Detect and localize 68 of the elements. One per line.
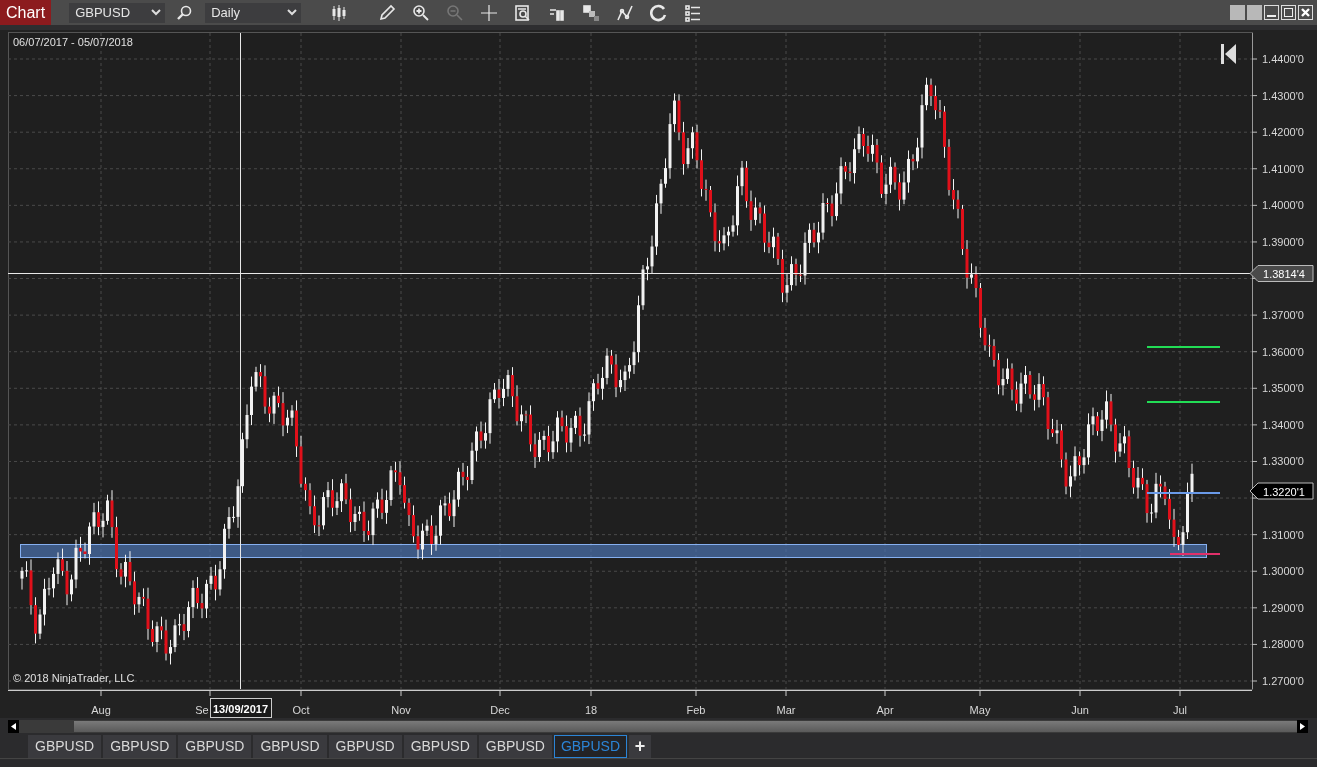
- tile-button[interactable]: [1247, 5, 1262, 20]
- line-chart-icon[interactable]: [616, 3, 635, 22]
- horizontal-line[interactable]: [1146, 346, 1221, 348]
- time-axis-label: Jul: [1172, 704, 1188, 716]
- price-axis-label: 1.3400'0: [1262, 418, 1304, 431]
- horizontal-line[interactable]: [1146, 401, 1221, 403]
- instrument-tab[interactable]: GBPUSD: [103, 735, 177, 758]
- price-axis-label: 1.3000'0: [1262, 565, 1304, 578]
- time-axis-label: Jun: [1071, 704, 1089, 716]
- price-axis-label: 1.4400'0: [1262, 53, 1304, 65]
- instrument-tab[interactable]: GBPUSD: [403, 735, 477, 758]
- scrollbar[interactable]: [8, 720, 1308, 733]
- price-axis-label: 1.2900'0: [1262, 601, 1304, 614]
- price-axis-label: 1.3300'0: [1262, 455, 1304, 468]
- close-icon[interactable]: [1298, 5, 1313, 20]
- instrument-tab[interactable]: GBPUSD: [328, 735, 402, 758]
- instrument-dropdown[interactable]: GBPUSD: [69, 2, 166, 23]
- time-axis-label: Dec: [490, 704, 510, 716]
- chevron-down-icon: [287, 9, 298, 16]
- instrument-tab[interactable]: GBPUSD: [478, 735, 552, 758]
- minimize-icon[interactable]: [1264, 5, 1279, 20]
- price-axis-label: 1.2700'0: [1262, 675, 1304, 687]
- instrument-tab[interactable]: GBPUSD: [178, 735, 252, 758]
- chevron-down-icon: [151, 9, 162, 16]
- interval-dropdown[interactable]: Daily: [205, 2, 302, 23]
- price-axis-label: 1.3900'0: [1262, 235, 1304, 248]
- price-axis-label: 1.3500'0: [1262, 382, 1304, 395]
- time-axis-label: Se: [195, 704, 209, 716]
- time-axis-label: May: [969, 704, 991, 716]
- price-axis-label: 1.4000'0: [1262, 199, 1304, 212]
- support-zone[interactable]: [20, 544, 1207, 558]
- price-axis-label: 1.3600'0: [1262, 345, 1304, 358]
- instrument-tab[interactable]: GBPUSD: [28, 735, 102, 758]
- crosshair-date-label: 13/09/2017: [210, 698, 272, 718]
- scroll-to-end-icon[interactable]: [1221, 44, 1236, 64]
- crosshair-icon[interactable]: [480, 3, 499, 22]
- crosshair-price-label: 1.3814'4: [1249, 265, 1314, 282]
- add-tab-button[interactable]: +: [629, 735, 651, 758]
- price-axis-label: 1.4200'0: [1262, 126, 1304, 139]
- price-axis-label: 1.2800'0: [1262, 638, 1304, 651]
- price-axis-label: 1.3100'0: [1262, 528, 1304, 541]
- tile-button[interactable]: [1230, 5, 1245, 20]
- candlestick-icon[interactable]: [330, 3, 349, 22]
- time-axis-label: Nov: [391, 704, 411, 716]
- time-axis-label: Apr: [876, 704, 894, 716]
- time-axis-label: 18: [584, 704, 598, 716]
- copyright-text: © 2018 NinjaTrader, LLC: [13, 672, 135, 684]
- scroll-right-icon[interactable]: [1300, 723, 1305, 730]
- zoom-in-icon[interactable]: [412, 3, 431, 22]
- price-axis-label: 1.3700'0: [1262, 309, 1304, 322]
- instrument-tab[interactable]: GBPUSD: [253, 735, 327, 758]
- scroll-left-icon[interactable]: [11, 723, 16, 730]
- scroll-thumb[interactable]: [74, 721, 1297, 732]
- squares-icon[interactable]: [582, 3, 601, 22]
- pencil-icon[interactable]: [378, 3, 397, 22]
- window-title: Chart: [0, 0, 52, 25]
- price-axis-label: 1.4100'0: [1262, 162, 1304, 175]
- refresh-icon[interactable]: [650, 3, 669, 22]
- maximize-icon[interactable]: [1281, 5, 1296, 20]
- last-price-label: 1.3220'1: [1249, 482, 1314, 500]
- time-axis-label: Aug: [91, 704, 111, 716]
- list-icon[interactable]: [684, 3, 703, 22]
- instrument-tab[interactable]: GBPUSD: [553, 735, 627, 758]
- price-axis-label: 1.4300'0: [1262, 89, 1304, 102]
- time-axis-label: Feb: [686, 704, 706, 716]
- date-range: 06/07/2017 - 05/07/2018: [13, 36, 133, 48]
- time-axis-label: Oct: [292, 704, 310, 716]
- time-axis-label: Mar: [776, 704, 796, 716]
